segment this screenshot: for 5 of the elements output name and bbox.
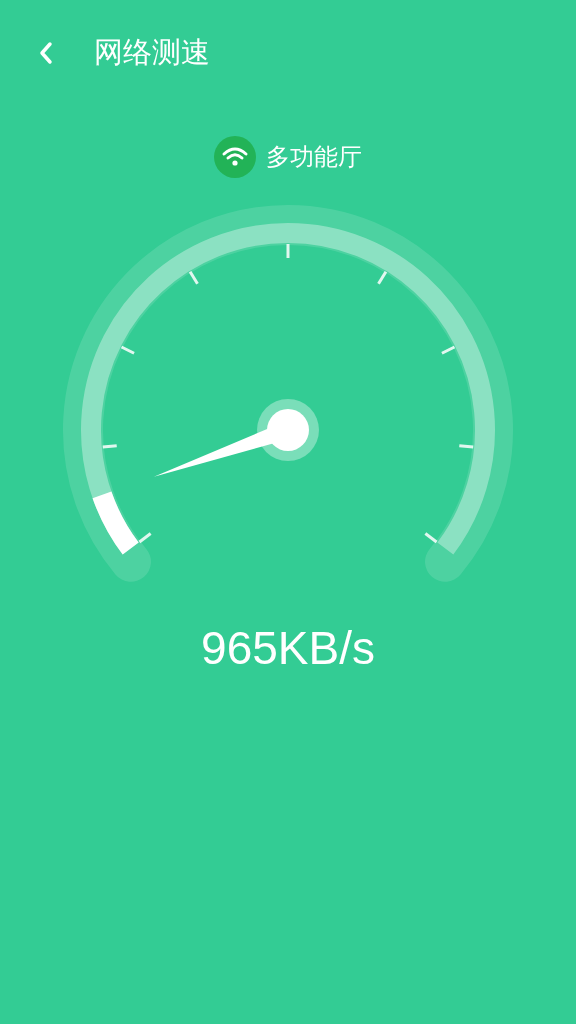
speed-value: 965KB/s <box>201 621 375 676</box>
network-name: 多功能厅 <box>266 142 362 172</box>
page-title: 网络测速 <box>94 35 210 71</box>
wifi-icon <box>214 136 256 178</box>
back-icon <box>38 41 54 65</box>
